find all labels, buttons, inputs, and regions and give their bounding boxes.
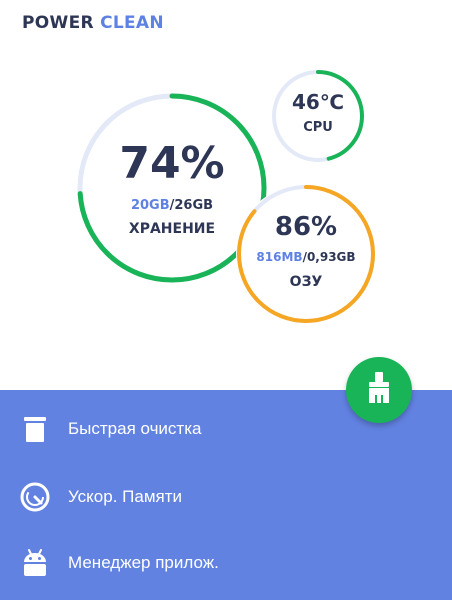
- storage-total: 26GB: [174, 198, 214, 213]
- storage-label: ХРАНЕНИЕ: [128, 221, 216, 237]
- storage-used: 20GB: [130, 198, 170, 213]
- ram-used: 816MB: [256, 250, 303, 264]
- ram-total: 0,93GB: [306, 250, 356, 264]
- menu-item-app-manager[interactable]: Менеджер прилож.: [0, 533, 452, 593]
- ram-gauge-text: 86% 816MB/0,93GB ОЗУ: [246, 212, 366, 290]
- clean-fab-button[interactable]: [346, 357, 412, 423]
- menu-item-label: Ускор. Памяти: [68, 487, 182, 506]
- ram-usage: 816MB/0,93GB: [246, 250, 366, 264]
- cpu-label: CPU: [303, 120, 333, 135]
- storage-gauge-text: 74% 20GB/26GB ХРАНЕНИЕ: [92, 138, 252, 238]
- speedometer-icon: [20, 482, 50, 512]
- storage-percent: 74%: [119, 138, 225, 189]
- menu-item-memory-boost[interactable]: Ускор. Памяти: [0, 467, 452, 527]
- menu-item-label: Менеджер прилож.: [68, 553, 219, 572]
- cpu-temp: 46℃: [291, 90, 345, 114]
- broom-icon: [364, 371, 394, 410]
- android-icon: [20, 548, 50, 578]
- cpu-gauge-text: 46℃ CPU: [278, 90, 358, 135]
- storage-usage: 20GB/26GB: [92, 198, 252, 213]
- ram-label: ОЗУ: [289, 274, 323, 290]
- menu-item-label: Быстрая очистка: [68, 419, 202, 438]
- ram-percent: 86%: [274, 212, 338, 242]
- trash-icon: [20, 414, 50, 444]
